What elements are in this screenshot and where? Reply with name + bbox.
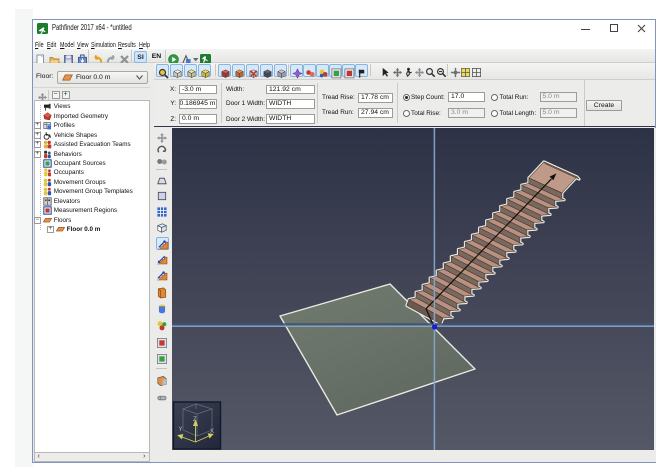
svg-text:Z: Z [193,417,197,423]
svg-text:X: X [210,429,214,435]
svg-text:Y: Y [179,427,183,433]
